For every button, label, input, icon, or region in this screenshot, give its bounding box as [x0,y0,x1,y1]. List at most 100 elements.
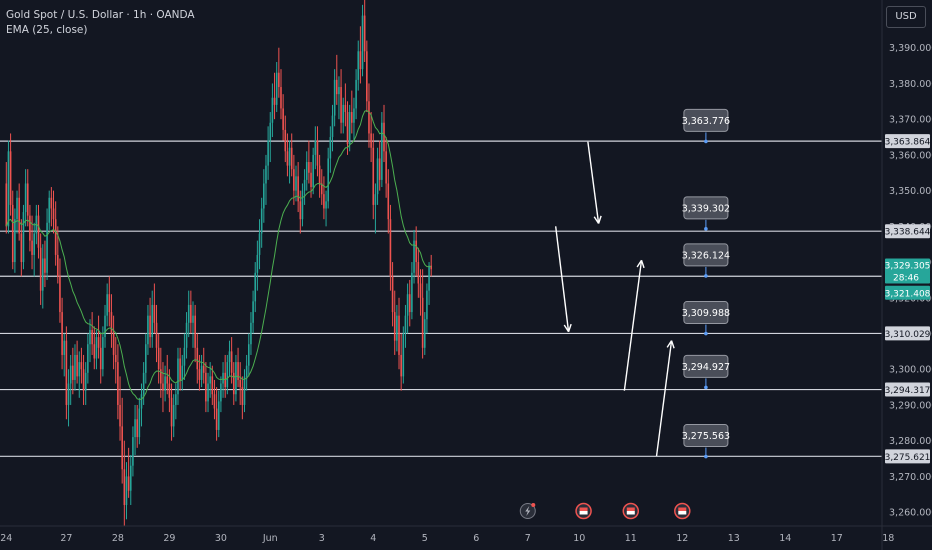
candle-body [348,112,351,145]
candle-body [430,265,433,270]
candle-body [84,372,87,391]
x-tick-label: 10 [573,533,585,544]
callout-anchor [704,227,708,231]
candle-body [239,379,242,388]
candle-body [385,151,387,184]
y-tick-label: 3,290.000 [889,400,932,411]
currency-button[interactable]: USD [886,6,926,28]
candle-body [140,394,143,409]
candle-body [295,176,297,191]
candle-body [245,365,248,377]
x-tick-label: 30 [215,533,227,544]
candle-body [147,315,149,345]
callout-text: 3,294.927 [682,362,730,373]
candle-body [312,154,314,188]
candle-body [168,383,171,398]
y-tick-label: 3,270.000 [889,472,932,483]
candle-body [61,312,63,355]
y-tick-label: 3,390.000 [889,43,932,54]
candle-body [301,190,304,220]
x-tick-label: 6 [473,533,479,544]
candle-body [91,329,93,345]
candle-body [361,15,364,70]
candle-body [198,369,201,380]
flag-icon[interactable] [575,502,592,520]
y-tick-label: 3,360.000 [889,150,932,161]
candle-body [293,169,295,191]
candle-body [344,104,347,113]
candle-body [267,140,269,166]
candle-body [387,183,390,220]
candle-body [230,351,233,373]
flag-top [626,507,635,511]
x-tick-label: 13 [728,533,740,544]
candle-body [363,15,366,52]
candle-body [333,79,336,116]
candle-body [76,354,78,377]
candle-body [63,340,66,355]
x-tick-label: 28 [112,533,124,544]
x-tick-label: 11 [625,533,637,544]
level-price-text: 3,310.029 [885,330,931,340]
candle-body [265,165,267,184]
candle-body [69,365,72,384]
candle-body [121,426,123,470]
level-price-text: 3,363.864 [885,138,931,148]
callout-text: 3,363.776 [682,116,730,127]
candle-body [275,72,278,105]
x-tick-label: 4 [370,533,376,544]
candle-body [112,333,115,355]
callout-anchor [704,274,708,278]
candle-body [11,204,14,263]
candle-body [232,372,235,395]
candle-body [16,197,18,220]
candle-body [24,183,27,213]
candle-body [280,87,282,109]
candle-body [402,333,405,377]
candle-body [370,133,372,148]
candle-body [151,304,154,338]
price-chart[interactable]: 3,363.776 3,339.302 3,326.124 3,309.988 3,29… [0,0,932,550]
candle-body [155,322,158,348]
y-tick-label: 3,280.000 [889,436,932,447]
candle-body [323,194,325,209]
candle-body [181,365,184,380]
candle-body [192,315,194,323]
candle-body [50,197,53,209]
callout-text: 3,326.124 [682,250,730,261]
candle-body [423,319,426,348]
candle-body [20,233,23,263]
y-tick-label: 3,380.000 [889,79,932,90]
lightning-icon[interactable] [519,503,536,519]
x-tick-label: 24 [0,533,12,544]
candle-body [226,362,229,388]
candle-body [421,297,424,348]
candle-countdown: 28:46 [893,274,919,284]
candle-body [282,108,284,130]
x-tick-label: 17 [831,533,843,544]
flag-icon[interactable] [674,502,691,520]
candle-body [153,304,156,323]
symbol-title[interactable]: Gold Spot / U.S. Dollar · 1h · OANDA [6,8,195,23]
candle-body [104,315,106,338]
candle-body [426,290,428,320]
flag-icon[interactable] [622,502,640,520]
level-price-text: 3,338.644 [885,228,931,238]
candle-body [123,469,126,505]
callout-anchor [704,331,708,336]
callout-anchor [704,385,708,390]
candle-body [196,347,199,370]
candle-body [44,258,46,273]
candle-body [368,101,370,134]
level-price-text: 3,275.621 [885,453,931,463]
y-tick-label: 3,350.000 [889,186,932,197]
indicator-label[interactable]: EMA (25, close) [6,23,195,38]
candle-body [190,304,192,323]
candle-body [18,197,20,234]
candle-body [258,233,261,255]
candle-body [247,344,250,366]
candle-body [378,158,381,180]
candle-body [136,419,139,438]
candle-body [99,347,102,370]
candle-body [102,337,104,370]
